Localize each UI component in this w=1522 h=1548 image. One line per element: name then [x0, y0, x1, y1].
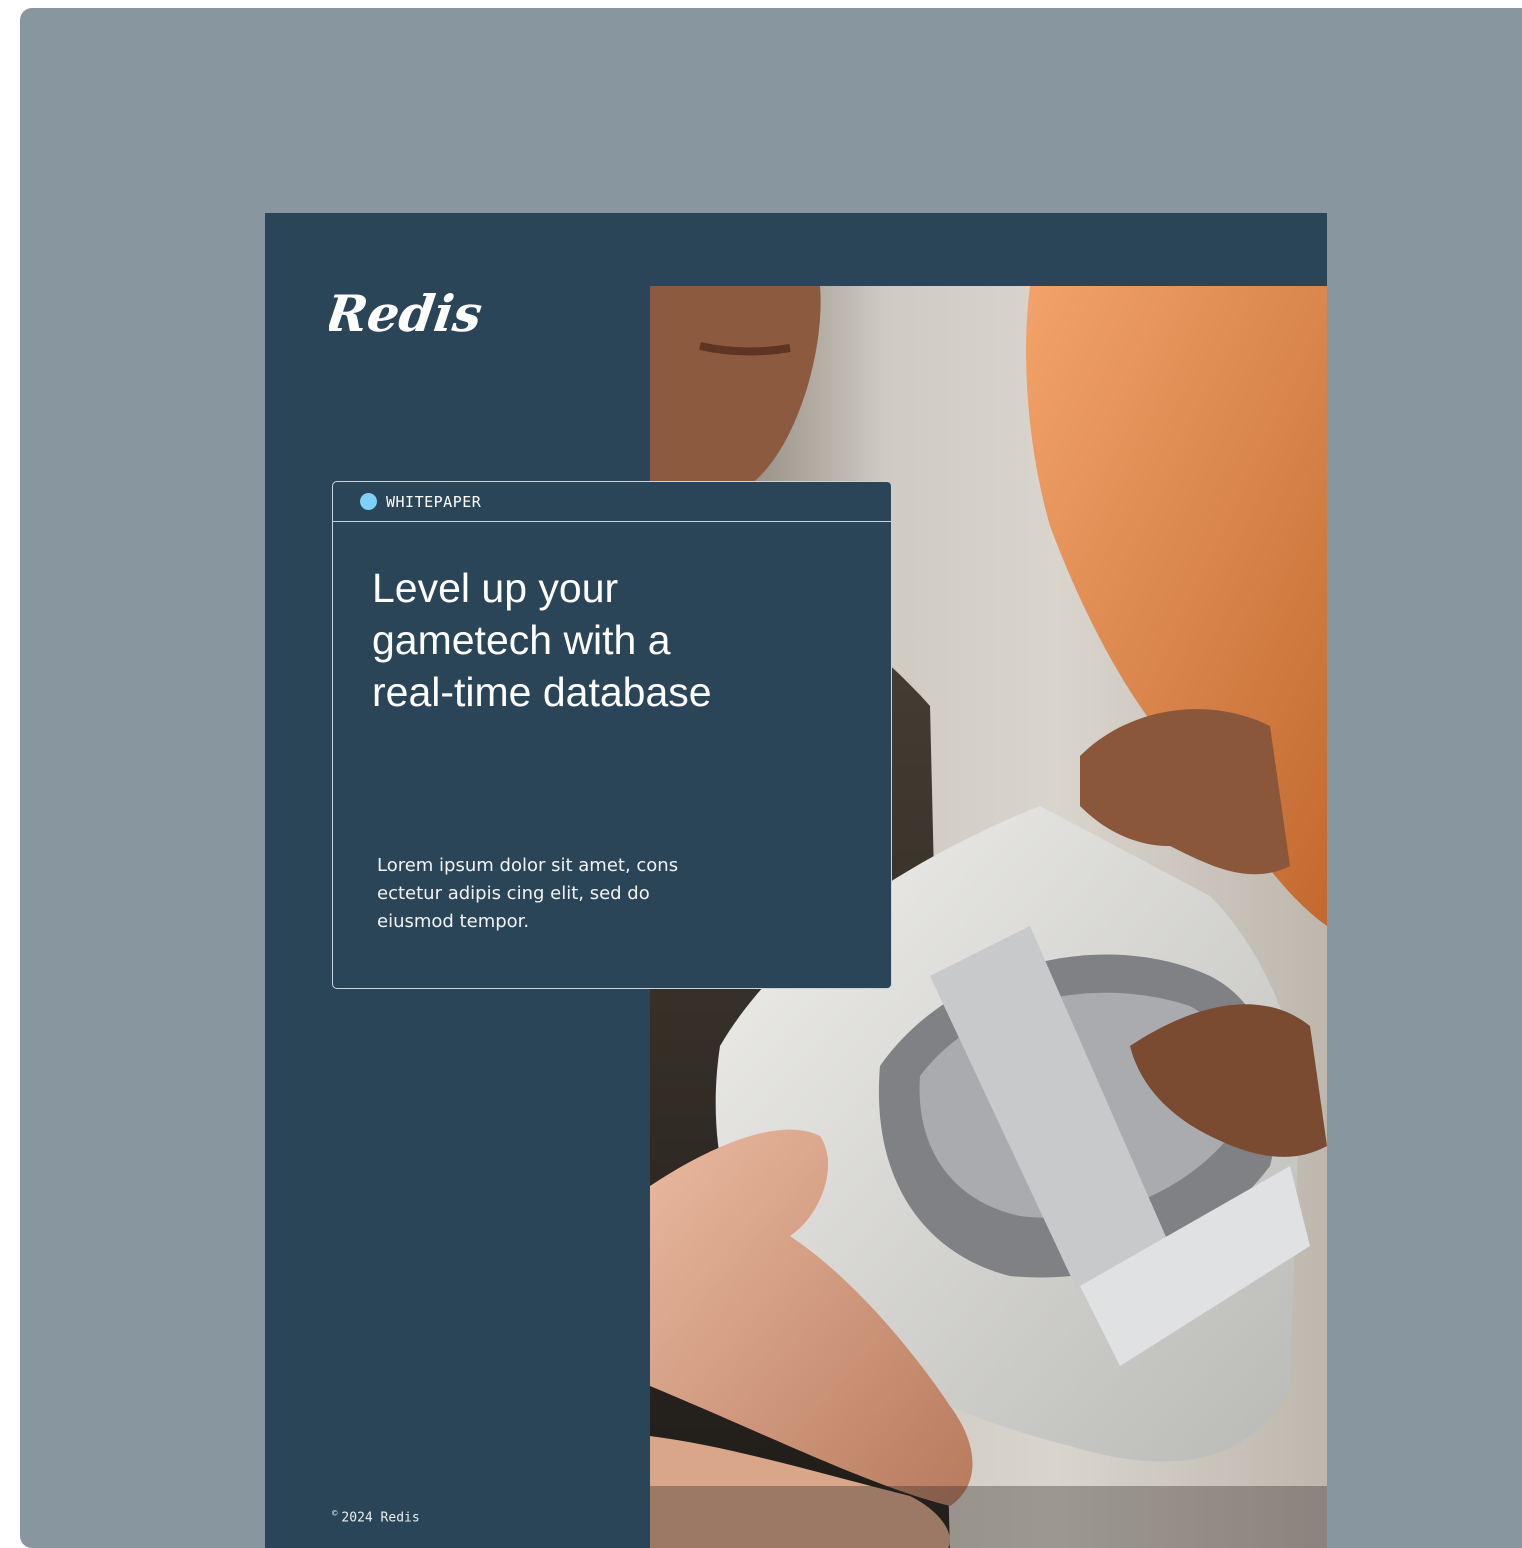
title-line: real-time database	[372, 669, 712, 715]
card-header: WHITEPAPER	[333, 482, 891, 522]
tag-dot-icon	[360, 493, 377, 510]
document-type-label: WHITEPAPER	[386, 492, 482, 511]
copyright-notice: © 2024 Redis	[332, 1509, 420, 1525]
summary-line: Lorem ipsum dolor sit amet, cons	[377, 855, 679, 876]
title-line: gametech with a	[372, 617, 671, 663]
document-summary: Lorem ipsum dolor sit amet, cons ectetur…	[377, 852, 737, 936]
cover-card: WHITEPAPER Level up your gametech with a…	[332, 481, 892, 989]
summary-line: ectetur adipis cing elit, sed do	[377, 883, 650, 904]
whitepaper-cover: Redis WHITEPAPER Level up your gametech …	[265, 213, 1327, 1548]
svg-text:Redis: Redis	[329, 284, 486, 343]
page-frame: Redis WHITEPAPER Level up your gametech …	[20, 8, 1522, 1548]
copyright-icon: ©	[332, 1509, 338, 1519]
title-line: Level up your	[372, 565, 619, 611]
summary-line: eiusmod tempor.	[377, 911, 530, 932]
redis-logo: Redis	[329, 284, 486, 343]
document-title: Level up your gametech with a real-time …	[372, 562, 842, 718]
copyright-text: 2024 Redis	[341, 1510, 420, 1526]
